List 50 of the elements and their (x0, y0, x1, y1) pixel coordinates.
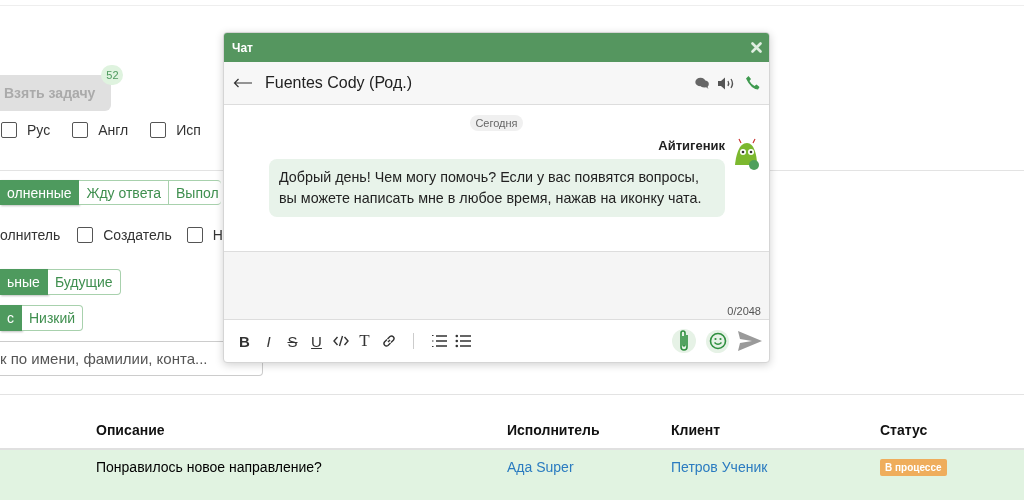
phone-icon[interactable] (745, 75, 761, 91)
contact-name: Fuentes Cody (Род.) (265, 74, 413, 92)
checkbox[interactable] (1, 122, 17, 138)
bullet-list-icon (454, 334, 471, 348)
link-icon (380, 333, 397, 349)
message-author: Айтигеник (658, 138, 725, 153)
chat-bubbles-icon[interactable] (695, 77, 709, 89)
filter-tab[interactable]: Низкий (22, 305, 84, 331)
column-header[interactable]: Клиент (671, 421, 721, 438)
column-header[interactable]: Статус (880, 421, 928, 438)
filter-tab[interactable]: олненные (0, 180, 80, 205)
checkbox-label: Создатель (103, 227, 172, 243)
checkbox-label: олнитель (0, 227, 61, 243)
filter-tab[interactable]: Жду ответа (79, 180, 169, 205)
checkbox[interactable] (72, 122, 89, 138)
character-counter: 0/2048 (727, 305, 761, 317)
filter-tab[interactable]: с (0, 305, 22, 331)
close-icon (751, 42, 762, 53)
filter-tab[interactable]: Будущие (47, 269, 121, 295)
smiley-icon (708, 332, 727, 350)
checkbox[interactable] (186, 227, 203, 243)
checkbox-label: Англ (98, 122, 129, 138)
numbered-list-icon (430, 334, 447, 348)
assignee-link[interactable]: Ада Super (507, 459, 574, 475)
checkbox[interactable] (77, 227, 94, 243)
count-badge: 52 (101, 65, 124, 85)
bot-avatar-icon (733, 137, 761, 171)
close-button[interactable] (751, 42, 762, 53)
filter-tab[interactable]: Выпол (169, 180, 221, 205)
client-link[interactable]: Петров Ученик (671, 459, 768, 475)
checkbox-label: Рус (27, 122, 51, 138)
back-button[interactable] (233, 78, 253, 88)
date-label: Сегодня (470, 115, 523, 131)
column-header[interactable]: Исполнитель (507, 421, 600, 438)
column-header[interactable]: Описание (96, 421, 165, 438)
checkbox[interactable] (150, 122, 167, 138)
checkbox-label: Н (212, 227, 223, 243)
emoji-button[interactable] (706, 329, 729, 353)
send-button[interactable] (737, 330, 763, 352)
message-bubble: Добрый день! Чем могу помочь? Если у вас появятся вопросы, вы можете написать мне в любое время, нажав на иконку чата. (269, 159, 725, 217)
table-cell: Понравилось новое направление? (96, 459, 322, 475)
filter-tab[interactable]: ьные (0, 269, 48, 295)
send-icon (737, 330, 763, 352)
chat-title: Чат (232, 40, 253, 55)
code-icon (332, 335, 349, 347)
checkbox-label: Исп (176, 122, 201, 138)
back-arrow-icon (233, 78, 253, 88)
status-badge: В процессе (880, 459, 947, 476)
paperclip-icon (678, 329, 690, 353)
attach-button[interactable] (672, 329, 696, 353)
